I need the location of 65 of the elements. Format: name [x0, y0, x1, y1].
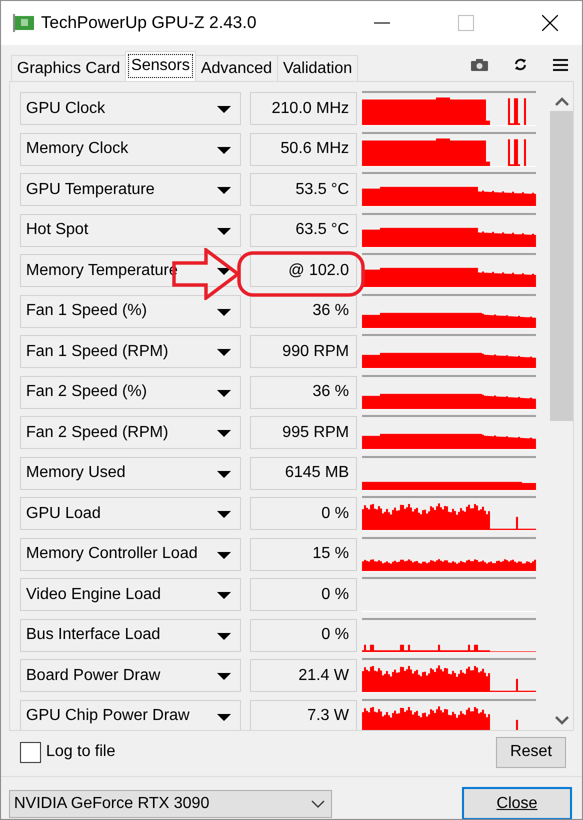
refresh-icon[interactable] [514, 58, 527, 71]
value-field: 0 % [250, 578, 357, 611]
caret-icon [217, 592, 231, 599]
value-field: 21.4 W [250, 659, 357, 692]
reset-button[interactable]: Reset [496, 736, 566, 768]
sensor-dropdown[interactable]: Hot Spot [20, 214, 241, 246]
sensor-dropdown[interactable]: GPU Load [20, 497, 241, 530]
caret-icon [217, 470, 231, 478]
caret-icon [217, 632, 231, 640]
log-checkbox[interactable] [20, 742, 41, 762]
caret-icon [217, 106, 231, 113]
value-field: 36 % [250, 294, 357, 328]
sensor-dropdown[interactable]: Fan 1 Speed (%) [20, 294, 241, 328]
close-button[interactable]: Close [462, 787, 572, 819]
gpu-dropdown[interactable]: NVIDIA GeForce RTX 3090 [9, 790, 332, 818]
value-field: 36 % [250, 376, 357, 408]
value-field: 995 RPM [250, 416, 357, 449]
sensor-dropdown[interactable]: Memory Clock [20, 132, 241, 166]
scroll-down-icon[interactable] [554, 716, 568, 725]
caret-icon [217, 511, 231, 518]
sensor-dropdown[interactable]: Video Engine Load [20, 578, 241, 611]
sensor-dropdown[interactable]: Bus Interface Load [20, 618, 241, 652]
sensor-dropdown[interactable]: Memory Controller Load [20, 538, 241, 570]
caret-icon [217, 268, 231, 275]
caret-icon [217, 146, 231, 154]
sensor-dropdown[interactable]: Memory Used [20, 456, 241, 490]
value-field: 210.0 MHz [250, 92, 357, 125]
tab[interactable]: Graphics Card [11, 55, 126, 81]
sensor-dropdown[interactable]: GPU Temperature [20, 173, 241, 206]
sensor-dropdown[interactable]: Board Power Draw [20, 659, 241, 692]
chevron-icon [311, 800, 325, 808]
value-field: 15 % [250, 538, 357, 570]
sensor-dropdown[interactable]: GPU Clock [20, 92, 241, 125]
close-icon[interactable] [542, 15, 558, 31]
value-field: 990 RPM [250, 335, 357, 368]
value-field: 0 % [250, 497, 357, 530]
value-field: 0 % [250, 618, 357, 652]
camera-icon[interactable] [471, 58, 488, 70]
tab[interactable]: Sensors [125, 51, 196, 81]
value-field: @ 102.0 [250, 254, 357, 287]
value-field: 53.5 °C [250, 173, 357, 206]
caret-icon [217, 228, 231, 234]
scroll-up-icon[interactable] [554, 97, 568, 106]
sensor-dropdown[interactable]: Fan 2 Speed (%) [20, 376, 241, 408]
menu-icon[interactable] [553, 58, 568, 70]
caret-icon [217, 673, 231, 680]
caret-icon [217, 308, 231, 316]
value-field: 7.3 W [250, 700, 357, 730]
value-field: 6145 MB [250, 456, 357, 490]
caret-icon [217, 430, 231, 437]
caret-icon [217, 187, 231, 194]
checkbox-label: Log to file [46, 743, 116, 761]
caret-icon [217, 714, 231, 720]
sensor-dropdown[interactable]: GPU Chip Power Draw [20, 700, 241, 730]
caret-icon [217, 552, 231, 558]
window-title: TechPowerUp GPU-Z 2.43.0 [41, 13, 256, 33]
value-field: 50.6 MHz [250, 132, 357, 166]
scroll-thumb[interactable] [550, 111, 573, 421]
value-field: 63.5 °C [250, 214, 357, 246]
sensor-dropdown[interactable]: Fan 2 Speed (RPM) [20, 416, 241, 449]
caret-icon [217, 349, 231, 356]
tab[interactable]: Validation [277, 55, 358, 81]
sensor-dropdown[interactable]: Fan 1 Speed (RPM) [20, 335, 241, 368]
app-icon [13, 14, 35, 32]
caret-icon [217, 390, 231, 396]
